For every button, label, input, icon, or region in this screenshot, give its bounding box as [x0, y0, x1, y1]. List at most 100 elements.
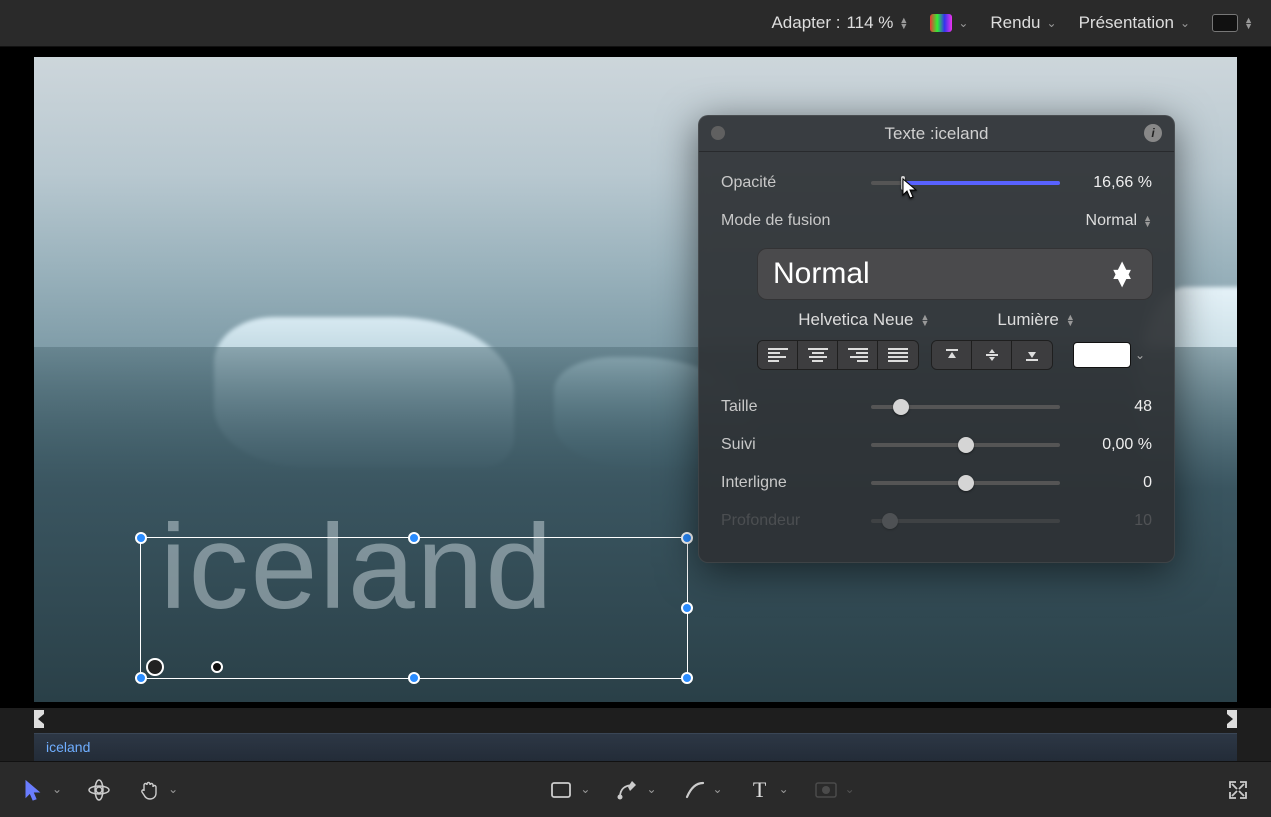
close-button[interactable]: [711, 126, 725, 140]
viewer-toolbar: Adapter : 114 % ▲▼ ⌄ Rendu ⌄ Présentatio…: [0, 0, 1271, 47]
3d-transform-tool[interactable]: [86, 777, 112, 803]
chevron-down-icon[interactable]: ⌄: [779, 786, 789, 793]
blend-mode-select[interactable]: Normal ▲▼: [1086, 212, 1152, 230]
leading-value[interactable]: 0: [1074, 474, 1152, 492]
mini-timeline[interactable]: iceland: [0, 707, 1271, 761]
brush-icon: [683, 779, 705, 801]
hud-titlebar[interactable]: Texte : iceland i: [699, 116, 1174, 152]
shape-tool-group[interactable]: ⌄: [548, 777, 590, 803]
resize-handle-tr[interactable]: [681, 532, 693, 544]
paint-tool-group[interactable]: ⌄: [681, 777, 723, 803]
tracking-row: Suivi 0,00 %: [721, 426, 1152, 464]
slider-knob[interactable]: [958, 475, 974, 491]
chevron-down-icon[interactable]: ⌄: [713, 786, 723, 793]
align-justify-icon: [888, 346, 908, 364]
align-top-button[interactable]: [932, 341, 972, 369]
resize-handle-br[interactable]: [681, 672, 693, 684]
chevron-down-icon[interactable]: ⌄: [646, 786, 656, 793]
in-point-marker[interactable]: [34, 710, 48, 728]
info-icon[interactable]: i: [1144, 124, 1162, 142]
horizontal-align-group: [757, 340, 919, 370]
chevron-down-icon[interactable]: ⌄: [580, 786, 590, 793]
align-center-icon: [808, 346, 828, 364]
opacity-slider[interactable]: [871, 181, 1060, 185]
resize-handle-bm[interactable]: [408, 672, 420, 684]
chevron-down-icon[interactable]: ⌄: [52, 786, 62, 793]
clip-name: iceland: [34, 739, 90, 755]
text-tool[interactable]: T: [747, 777, 773, 803]
chevron-down-icon: ⌄: [845, 786, 855, 793]
opacity-value[interactable]: 16,66 %: [1074, 174, 1152, 192]
select-tool[interactable]: [20, 777, 46, 803]
align-left-button[interactable]: [758, 341, 798, 369]
text-style-preset[interactable]: Normal ▲▼: [757, 248, 1153, 300]
align-right-icon: [848, 346, 868, 364]
slider-fill: [903, 181, 1060, 185]
select-tool-group[interactable]: ⌄: [20, 777, 62, 803]
paint-stroke-tool[interactable]: [681, 777, 707, 803]
align-middle-button[interactable]: [972, 341, 1012, 369]
selection-box[interactable]: [140, 537, 688, 679]
font-family-select[interactable]: Helvetica Neue ▲▼: [798, 310, 929, 330]
hud-title-prefix: Texte :: [885, 124, 935, 144]
alignment-row: ⌄: [721, 340, 1152, 370]
align-top-icon: [944, 347, 960, 363]
size-slider[interactable]: [871, 405, 1060, 409]
chevron-down-icon[interactable]: ⌄: [168, 786, 178, 793]
resize-handle-tl[interactable]: [135, 532, 147, 544]
fullscreen-toggle[interactable]: [1225, 777, 1251, 803]
pan-tool-group[interactable]: ⌄: [136, 777, 178, 803]
resize-handle-mr[interactable]: [681, 602, 693, 614]
zoom-fit-control[interactable]: Adapter : 114 % ▲▼: [771, 13, 908, 33]
color-swatch-control[interactable]: ⌄: [1073, 342, 1145, 368]
render-menu[interactable]: Rendu ⌄: [990, 13, 1056, 33]
blend-mode-value: Normal: [1086, 212, 1138, 230]
view-layout-menu[interactable]: ▲▼: [1212, 14, 1253, 32]
hud-title-name: iceland: [935, 124, 989, 144]
align-right-button[interactable]: [838, 341, 878, 369]
align-bottom-button[interactable]: [1012, 341, 1052, 369]
tracking-slider[interactable]: [871, 443, 1060, 447]
tracking-label: Suivi: [721, 436, 871, 454]
chevron-down-icon: ⌄: [1047, 20, 1057, 27]
opacity-label: Opacité: [721, 174, 871, 192]
resize-handle-tm[interactable]: [408, 532, 420, 544]
color-channel-menu[interactable]: ⌄: [930, 14, 968, 32]
size-row: Taille 48: [721, 388, 1152, 426]
out-point-marker[interactable]: [1223, 710, 1237, 728]
align-justify-button[interactable]: [878, 341, 918, 369]
text-hud-panel[interactable]: Texte : iceland i Opacité 16,66 % Mode d…: [698, 115, 1175, 563]
chevron-down-icon: ⌄: [958, 20, 968, 27]
presentation-menu[interactable]: Présentation ⌄: [1079, 13, 1191, 33]
secondary-anchor[interactable]: [211, 661, 223, 673]
text-tool-group[interactable]: T ⌄: [747, 777, 789, 803]
slider-knob[interactable]: [893, 399, 909, 415]
pen-tool-group[interactable]: ⌄: [614, 777, 656, 803]
tracking-value[interactable]: 0,00 %: [1074, 436, 1152, 454]
text-color-swatch[interactable]: [1073, 342, 1131, 368]
size-label: Taille: [721, 398, 871, 416]
align-left-icon: [768, 346, 788, 364]
bezier-tool[interactable]: [614, 777, 640, 803]
zoom-fit-value: 114 %: [846, 13, 893, 33]
stepper-icon: ▲▼: [899, 17, 908, 29]
arrow-cursor-icon: [24, 779, 42, 801]
align-center-button[interactable]: [798, 341, 838, 369]
slider-knob[interactable]: [901, 176, 905, 190]
resize-handle-bl[interactable]: [135, 672, 147, 684]
stepper-icon: ▲▼: [921, 314, 930, 326]
slider-knob[interactable]: [958, 437, 974, 453]
size-value[interactable]: 48: [1074, 398, 1152, 416]
depth-slider: [871, 519, 1060, 523]
font-weight-select[interactable]: Lumière ▲▼: [997, 310, 1074, 330]
blend-mode-label: Mode de fusion: [721, 212, 871, 230]
stepper-icon: ▲▼: [1107, 266, 1137, 282]
rectangle-tool[interactable]: [548, 777, 574, 803]
leading-slider[interactable]: [871, 481, 1060, 485]
anchor-point[interactable]: [146, 658, 164, 676]
chevron-down-icon: ⌄: [1180, 20, 1190, 27]
mask-tool: [813, 777, 839, 803]
timeline-clip[interactable]: iceland: [34, 733, 1237, 761]
pan-tool[interactable]: [136, 777, 162, 803]
depth-row: Profondeur 10: [721, 502, 1152, 540]
